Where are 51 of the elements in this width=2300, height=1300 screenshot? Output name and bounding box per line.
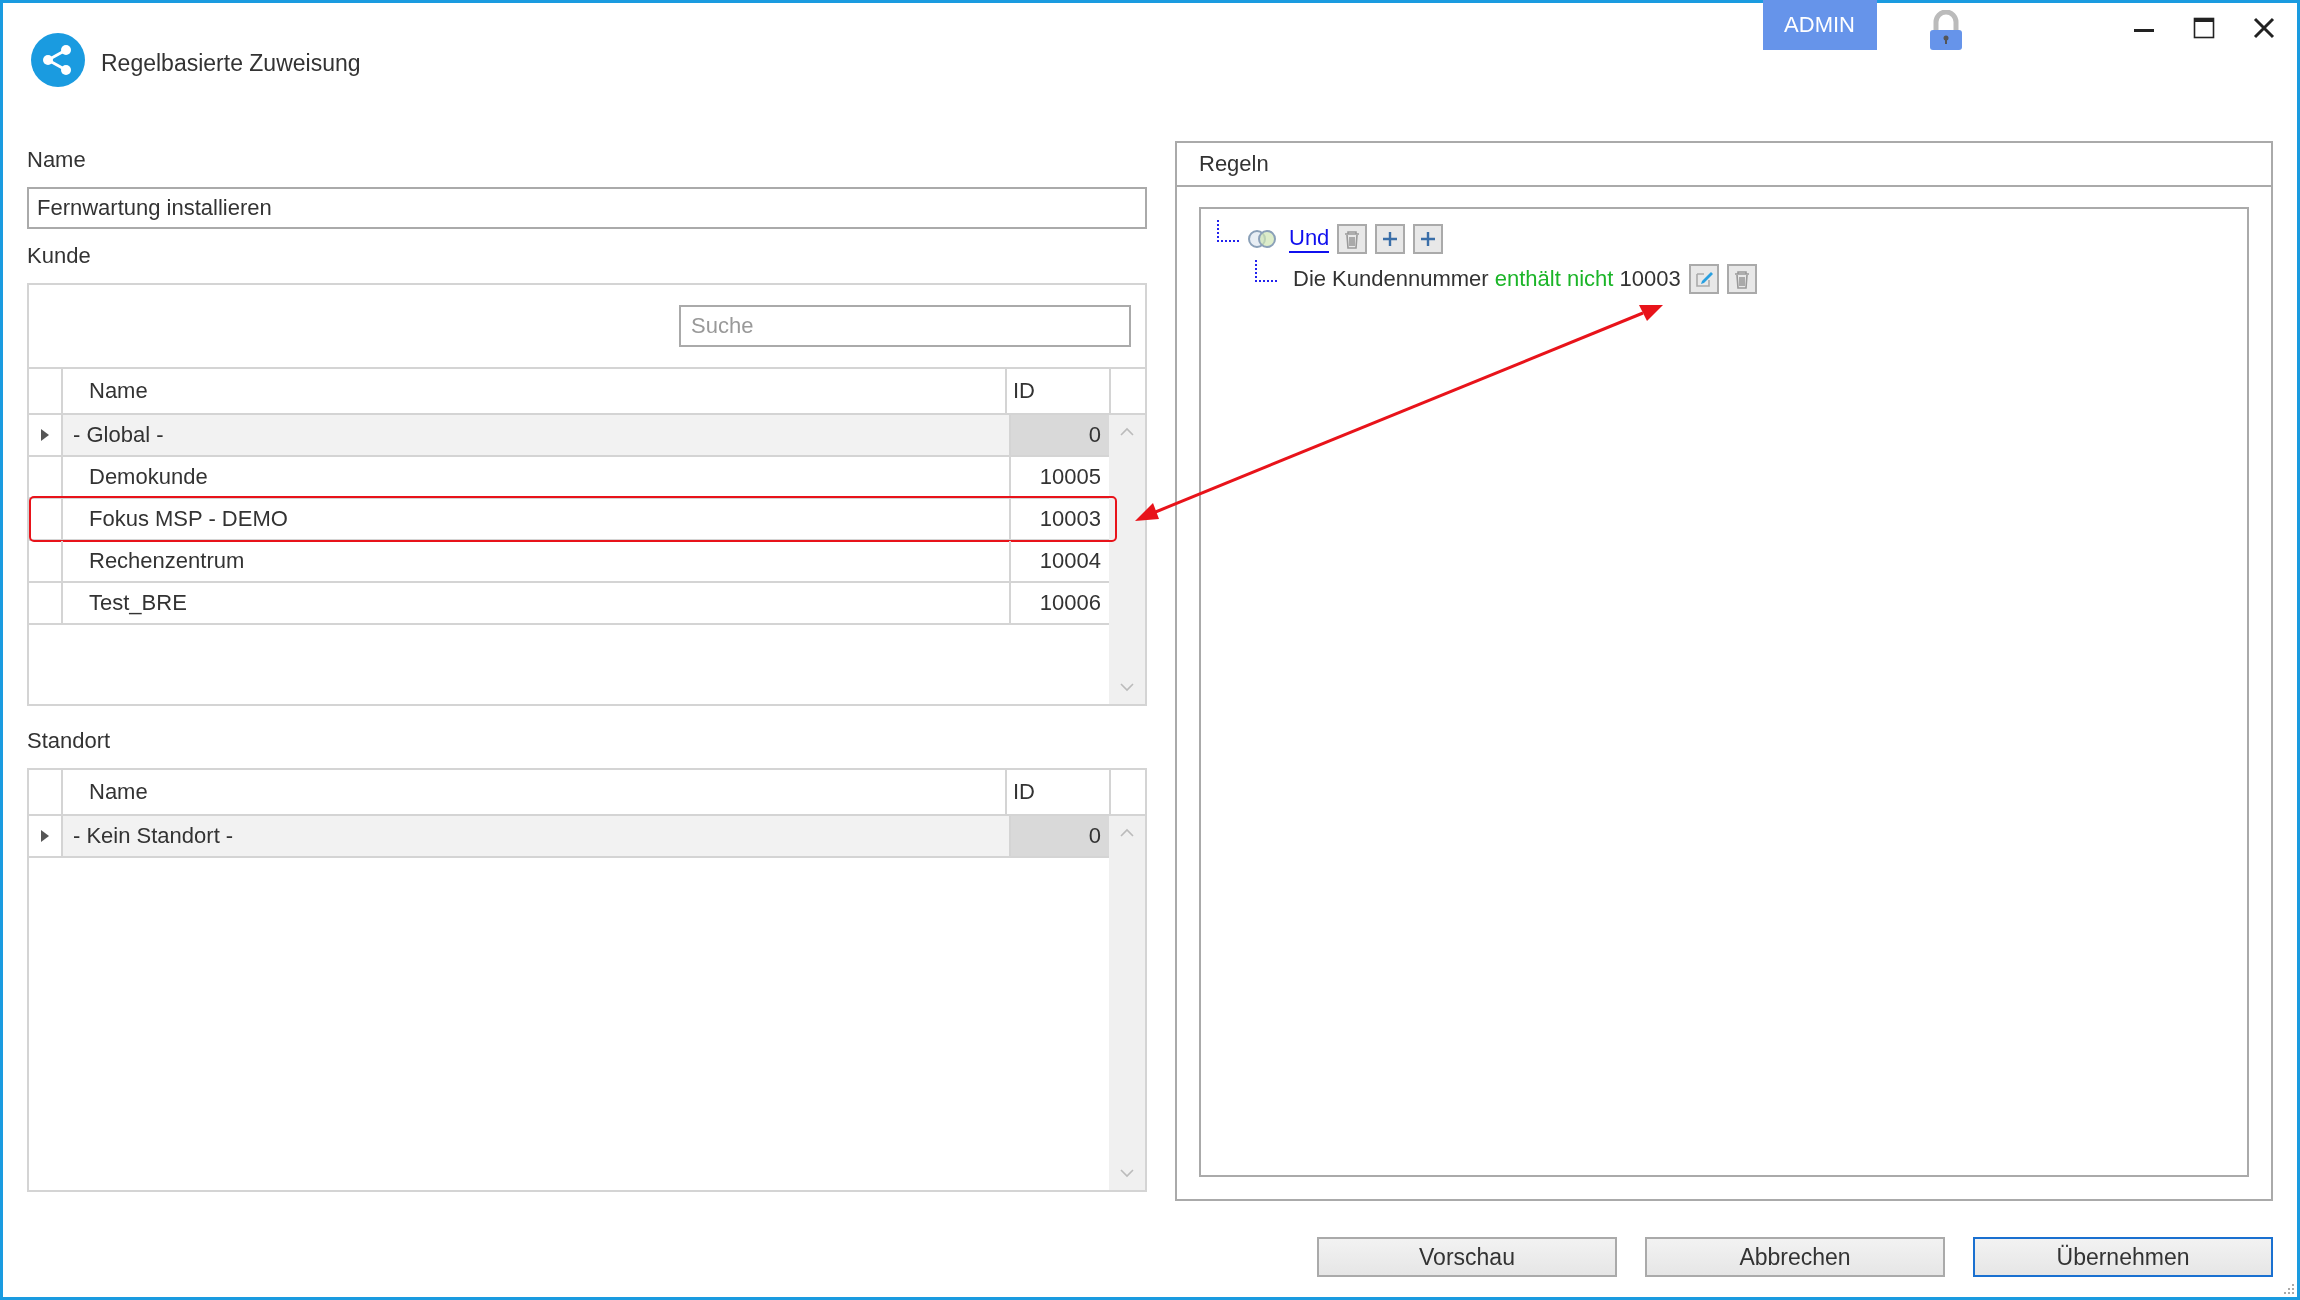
delete-button[interactable] <box>1726 264 1757 294</box>
dialog-button[interactable]: Abbrechen <box>1645 1237 1945 1277</box>
overlapping-circles-icon <box>1247 229 1277 249</box>
rule-text: Die Kundennummer enthält nicht 10003 <box>1293 266 1681 292</box>
dialog-button[interactable]: Vorschau <box>1317 1237 1617 1277</box>
table-cell: 0 <box>1009 816 1109 856</box>
column-header[interactable]: ID <box>1005 770 1109 814</box>
table-cell: - Global - <box>63 415 1009 455</box>
edit-icon <box>1693 269 1714 289</box>
column-header[interactable]: Name <box>63 770 1005 814</box>
padlock-icon[interactable] <box>1929 10 1963 52</box>
section-label: Kunde <box>27 243 91 270</box>
user-badge: ADMIN <box>1763 0 1877 50</box>
edit-button[interactable] <box>1688 264 1719 294</box>
dialog-button[interactable]: Übernehmen <box>1973 1237 2273 1277</box>
close-icon[interactable] <box>2253 17 2275 39</box>
add-button[interactable] <box>1375 224 1406 254</box>
panel-title: Regeln <box>1199 151 1269 177</box>
operator-link[interactable]: Und <box>1289 225 1330 253</box>
column-header[interactable]: ID <box>1005 369 1109 413</box>
chevron-up-icon[interactable] <box>1120 427 1134 436</box>
chevron-up-icon[interactable] <box>1120 828 1134 837</box>
delete-button[interactable] <box>1337 224 1368 254</box>
field-label: Name <box>27 147 86 174</box>
table-cell-text: Fokus MSP - DEMO <box>88 505 289 533</box>
maximize-icon[interactable] <box>2193 17 2215 39</box>
tree-connector <box>1255 260 1277 282</box>
table-cell: 0 <box>1009 415 1109 455</box>
resize-grip-icon[interactable] <box>2283 1283 2295 1295</box>
trash-icon <box>1343 229 1362 249</box>
table-cell-text: Demokunde <box>88 463 209 491</box>
name-field[interactable]: Fernwartung installieren <box>27 187 1147 229</box>
table-cell: - Kein Standort - <box>63 816 1009 856</box>
plus-icon <box>1420 231 1437 247</box>
trash-icon <box>1732 269 1751 289</box>
table-cell-text: Test_BRE <box>88 589 188 617</box>
tree-connector <box>1217 220 1239 242</box>
window-title: Regelbasierte Zuweisung <box>101 50 361 77</box>
table-cell-text: Rechenzentrum <box>88 547 246 575</box>
search-field[interactable]: Suche <box>679 305 1131 347</box>
scrollbar[interactable] <box>1109 816 1145 1190</box>
plus-icon <box>1382 231 1399 247</box>
scrollbar[interactable] <box>1109 415 1145 704</box>
column-header[interactable]: Name <box>63 369 1005 413</box>
row-pointer-icon <box>41 429 49 441</box>
add-button[interactable] <box>1413 224 1444 254</box>
row-pointer-icon <box>41 830 49 842</box>
share-icon <box>31 33 85 87</box>
chevron-down-icon[interactable] <box>1120 683 1134 692</box>
section-label: Standort <box>27 728 111 755</box>
chevron-down-icon[interactable] <box>1120 1169 1134 1178</box>
